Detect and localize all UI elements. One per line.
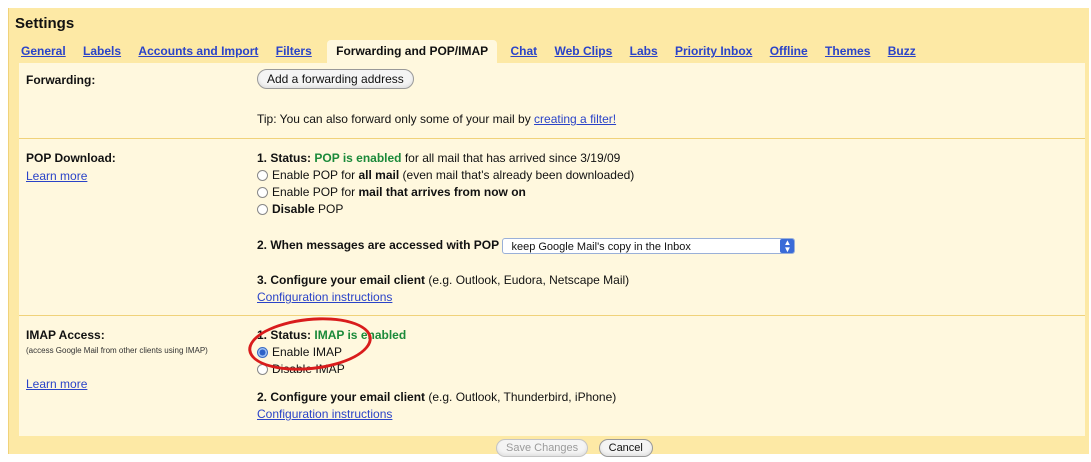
tab-labels[interactable]: Labels: [83, 44, 121, 58]
pop-access-select-value: keep Google Mail's copy in the Inbox: [511, 241, 691, 253]
radio-button[interactable]: [257, 170, 268, 181]
pop-option-disable[interactable]: Disable POP: [257, 202, 343, 216]
imap-access-label: IMAP Access:: [26, 328, 105, 342]
tab-chat[interactable]: Chat: [510, 44, 537, 58]
pop-access-line: 2. When messages are accessed with POP k…: [257, 238, 796, 254]
pop-download-label: POP Download:: [26, 151, 116, 165]
tab-buzz[interactable]: Buzz: [888, 44, 916, 58]
select-arrows-icon: ▲ ▼: [780, 239, 795, 254]
tab-web-clips[interactable]: Web Clips: [555, 44, 613, 58]
imap-content: 1. Status: IMAP is enabled Enable IMAP D…: [257, 328, 1057, 428]
cancel-button[interactable]: Cancel: [598, 439, 653, 457]
pop-access-select[interactable]: keep Google Mail's copy in the Inbox ▲ ▼: [502, 238, 796, 254]
tab-offline[interactable]: Offline: [770, 44, 808, 58]
tab-general[interactable]: General: [21, 44, 66, 58]
pop-status-suffix: for all mail that has arrived since 3/19…: [401, 151, 621, 165]
tab-labs[interactable]: Labs: [630, 44, 658, 58]
pop-configure-line: 3. Configure your email client (e.g. Out…: [257, 273, 629, 287]
option-bold-text: all mail: [358, 168, 400, 182]
settings-panel: Forwarding: Add a forwarding address Tip…: [19, 63, 1085, 436]
tab-forwarding-pop-imap[interactable]: Forwarding and POP/IMAP: [327, 40, 498, 63]
pop-status-value: POP is enabled: [314, 151, 402, 165]
settings-tabs: General Labels Accounts and Import Filte…: [21, 40, 930, 63]
settings-container: Settings General Labels Accounts and Imp…: [8, 8, 1089, 457]
imap-configuration-instructions-link[interactable]: Configuration instructions: [257, 407, 392, 421]
pop-config-link-row: Configuration instructions: [257, 290, 392, 304]
pop-status-prefix: 1. Status:: [257, 151, 315, 165]
option-text: POP: [314, 202, 344, 216]
option-text: Enable POP for: [272, 168, 359, 182]
tab-filters[interactable]: Filters: [276, 44, 312, 58]
pop-configure-hint: (e.g. Outlook, Eudora, Netscape Mail): [425, 273, 630, 287]
imap-configure-line: 2. Configure your email client (e.g. Out…: [257, 390, 616, 404]
option-text: Enable POP for: [272, 185, 359, 199]
pop-configure-label: 3. Configure your email client: [257, 273, 426, 287]
imap-configure-hint: (e.g. Outlook, Thunderbird, iPhone): [425, 390, 617, 404]
forwarding-section: Forwarding: Add a forwarding address Tip…: [19, 63, 1085, 133]
forwarding-label: Forwarding:: [26, 73, 96, 87]
screenshot-frame: Settings General Labels Accounts and Imp…: [0, 0, 1091, 457]
forwarding-tip-text: Tip: You can also forward only some of y…: [257, 112, 535, 126]
pop-configuration-instructions-link[interactable]: Configuration instructions: [257, 290, 392, 304]
pop-section: POP Download: Learn more 1. Status: POP …: [19, 139, 1085, 309]
imap-config-link-row: Configuration instructions: [257, 407, 392, 421]
forwarding-content: Add a forwarding address: [257, 69, 414, 89]
tab-priority-inbox[interactable]: Priority Inbox: [675, 44, 752, 58]
option-bold-text: Disable: [272, 202, 315, 216]
tab-accounts-and-import[interactable]: Accounts and Import: [138, 44, 258, 58]
add-forwarding-address-button[interactable]: Add a forwarding address: [257, 69, 414, 89]
imap-note: (access Google Mail from other clients u…: [26, 346, 208, 355]
pop-status-line: 1. Status: POP is enabled for all mail t…: [257, 151, 620, 165]
option-text: (even mail that's already been downloade…: [399, 168, 635, 182]
pop-option-all-mail[interactable]: Enable POP for all mail (even mail that'…: [257, 168, 634, 182]
option-bold-text: mail that arrives from now on: [358, 185, 526, 199]
pop-option-from-now[interactable]: Enable POP for mail that arrives from no…: [257, 185, 526, 199]
radio-button[interactable]: [257, 187, 268, 198]
radio-button[interactable]: [257, 204, 268, 215]
save-changes-button[interactable]: Save Changes: [496, 439, 589, 457]
creating-filter-link[interactable]: creating a filter!: [534, 112, 616, 126]
imap-learn-more-link[interactable]: Learn more: [26, 377, 87, 391]
footer-actions: Save Changes Cancel: [19, 436, 1085, 462]
pop-access-label: 2. When messages are accessed with POP: [257, 238, 500, 253]
page-title: Settings: [15, 15, 75, 32]
tab-themes[interactable]: Themes: [825, 44, 870, 58]
imap-configure-label: 2. Configure your email client: [257, 390, 426, 404]
pop-learn-more-link[interactable]: Learn more: [26, 169, 87, 183]
pop-content: 1. Status: POP is enabled for all mail t…: [257, 151, 1057, 311]
imap-section: IMAP Access: (access Google Mail from ot…: [19, 311, 1085, 431]
forwarding-tip: Tip: You can also forward only some of y…: [257, 112, 616, 126]
